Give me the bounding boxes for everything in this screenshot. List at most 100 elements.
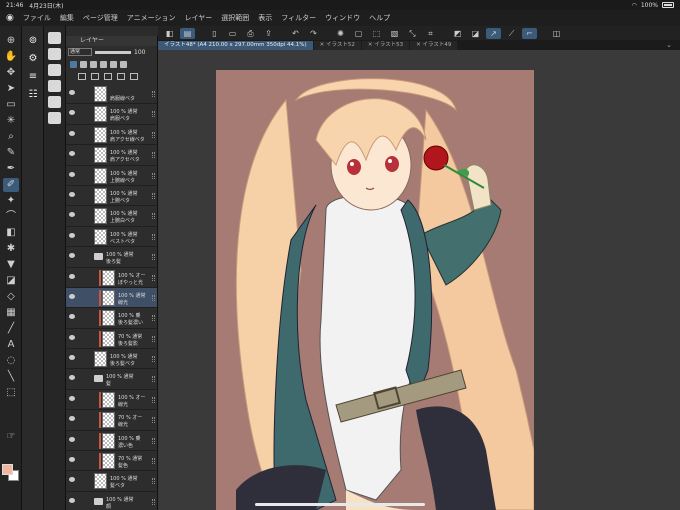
layer-row[interactable]: 100 % オー ぼやっと光: [66, 268, 157, 288]
eye-visibility-icon[interactable]: [69, 457, 75, 463]
eye-visibility-icon[interactable]: [69, 436, 75, 442]
eraser-icon[interactable]: ◧: [3, 226, 19, 240]
layer-row[interactable]: 70 % 通常 髪色: [66, 451, 157, 472]
balloon-tool-icon[interactable]: ◌: [3, 354, 19, 368]
eye-visibility-icon[interactable]: [69, 151, 75, 157]
ruler-link-icon[interactable]: [120, 60, 127, 68]
eye-visibility-icon[interactable]: [69, 253, 75, 259]
eye-visibility-icon[interactable]: [69, 314, 75, 320]
ruler-snap-icon[interactable]: ⌐: [522, 27, 537, 39]
layer-row[interactable]: 100 % 通常 肩アクセ線ベタ: [66, 125, 157, 146]
settings-icon[interactable]: ✺: [333, 28, 348, 39]
decoration-icon[interactable]: ⌒: [3, 210, 19, 224]
eye-visibility-icon[interactable]: [69, 232, 75, 238]
drag-handle-icon[interactable]: [152, 111, 155, 118]
merge-down-icon[interactable]: [117, 72, 125, 80]
new-vector-layer-icon[interactable]: [91, 72, 99, 80]
crop-icon[interactable]: ⌗: [423, 28, 438, 39]
folder-icon[interactable]: [94, 375, 103, 383]
fill-tool-icon[interactable]: ▼: [3, 258, 19, 272]
drag-handle-icon[interactable]: [152, 376, 155, 383]
eye-visibility-icon[interactable]: [69, 293, 75, 299]
layer-row[interactable]: 100 % 通常 ベストベタ: [66, 227, 157, 248]
ruler-tool-icon[interactable]: ╱: [3, 322, 19, 336]
hand-tool-icon[interactable]: ✋: [3, 50, 19, 64]
main-color-swatch[interactable]: [2, 464, 13, 475]
navigator-icon[interactable]: [48, 32, 61, 44]
clip-toggle-icon[interactable]: [70, 60, 77, 68]
eye-visibility-icon[interactable]: [69, 130, 75, 136]
drag-handle-icon[interactable]: [152, 294, 155, 301]
item-bank-icon[interactable]: [48, 112, 61, 124]
opacity-value[interactable]: 100: [134, 49, 145, 56]
material-icon[interactable]: [48, 48, 61, 60]
drag-handle-icon[interactable]: [152, 498, 155, 505]
vector-icon[interactable]: ⬚: [3, 386, 19, 400]
layer-row[interactable]: 100 % 通常 肩アクセベタ: [66, 145, 157, 166]
layer-row[interactable]: 100 % 通常 後ろ髪: [66, 247, 157, 268]
reference-icon[interactable]: ◪: [468, 28, 483, 39]
figure-tool-icon[interactable]: ◇: [3, 290, 19, 304]
eye-visibility-icon[interactable]: [69, 273, 75, 279]
modifier-icon[interactable]: ◫: [549, 28, 564, 39]
layer-row[interactable]: 100 % 通常 上腕白ベタ: [66, 206, 157, 227]
blend-tool-icon[interactable]: ✱: [3, 242, 19, 256]
blend-mode-select[interactable]: 通常: [68, 48, 92, 56]
eye-visibility-icon[interactable]: [69, 416, 75, 422]
subtool-list-icon[interactable]: ☷: [25, 88, 41, 102]
operation-tool-icon[interactable]: ➤: [3, 82, 19, 96]
folder-icon[interactable]: [94, 253, 103, 261]
move-tool-icon[interactable]: ✥: [3, 66, 19, 80]
layer-row[interactable]: 100 % 通常 上腕ベタ: [66, 186, 157, 207]
export-icon[interactable]: ⇪: [261, 28, 276, 39]
zoom-tool-icon[interactable]: ⊕: [3, 34, 19, 48]
frame-tool-icon[interactable]: ▦: [3, 306, 19, 320]
eye-visibility-icon[interactable]: [69, 90, 75, 95]
drag-handle-icon[interactable]: [152, 91, 155, 97]
menu-file[interactable]: ファイル: [23, 13, 51, 23]
drag-handle-icon[interactable]: [152, 213, 155, 220]
chevron-down-icon[interactable]: ⌄: [666, 41, 672, 49]
layer-property-icon[interactable]: [48, 64, 61, 76]
undo-icon[interactable]: ↶: [288, 28, 303, 39]
menu-window[interactable]: ウィンドウ: [325, 13, 360, 23]
drag-handle-icon[interactable]: [152, 437, 155, 444]
drag-handle-icon[interactable]: [152, 254, 155, 261]
drag-handle-icon[interactable]: [152, 396, 155, 403]
gradient-tool-icon[interactable]: ◪: [3, 274, 19, 288]
open-file-icon[interactable]: ▭: [225, 28, 240, 39]
drag-handle-icon[interactable]: [152, 152, 155, 159]
marquee-tool-icon[interactable]: ▭: [3, 98, 19, 112]
drag-handle-icon[interactable]: [152, 172, 155, 179]
transform-icon[interactable]: ⤡: [405, 28, 420, 39]
tab-illust53[interactable]: ✕ イラスト53: [361, 40, 410, 50]
fill-selection-icon[interactable]: ▧: [387, 28, 402, 39]
stabilizer-icon[interactable]: ↗: [486, 27, 501, 39]
drag-handle-icon[interactable]: [152, 233, 155, 240]
pen-tool-icon[interactable]: ✒: [3, 162, 19, 176]
eye-visibility-icon[interactable]: [69, 497, 75, 503]
new-file-icon[interactable]: ▯: [207, 28, 222, 39]
menu-filter[interactable]: フィルター: [281, 13, 316, 23]
redo-icon[interactable]: ↷: [306, 28, 321, 39]
artwork-canvas[interactable]: [216, 70, 534, 510]
eye-visibility-icon[interactable]: [69, 395, 75, 401]
lock-alpha-icon[interactable]: [100, 60, 107, 68]
deselect-icon[interactable]: ⬚: [369, 28, 384, 39]
menu-layer[interactable]: レイヤー: [184, 13, 212, 23]
delete-layer-icon[interactable]: [130, 72, 138, 80]
menu-edit[interactable]: 編集: [60, 13, 74, 23]
eye-visibility-icon[interactable]: [69, 477, 75, 483]
eye-visibility-icon[interactable]: [69, 334, 75, 340]
eye-visibility-icon[interactable]: [69, 212, 75, 218]
layer-row[interactable]: 100 % 通常顔: [66, 492, 157, 510]
layout-icon[interactable]: ▤: [180, 27, 195, 39]
eye-visibility-icon[interactable]: [69, 375, 75, 381]
layer-row[interactable]: 肩服線ベタ: [66, 84, 157, 105]
eye-visibility-icon[interactable]: [69, 171, 75, 177]
tab-illust52[interactable]: ✕ イラスト52: [313, 40, 361, 50]
layer-row[interactable]: 100 % 乗濃い色: [66, 431, 157, 452]
snap-icon[interactable]: ⟋: [504, 28, 519, 39]
drag-handle-icon[interactable]: [152, 478, 155, 485]
lasso-tool-icon[interactable]: ✳: [3, 114, 19, 128]
